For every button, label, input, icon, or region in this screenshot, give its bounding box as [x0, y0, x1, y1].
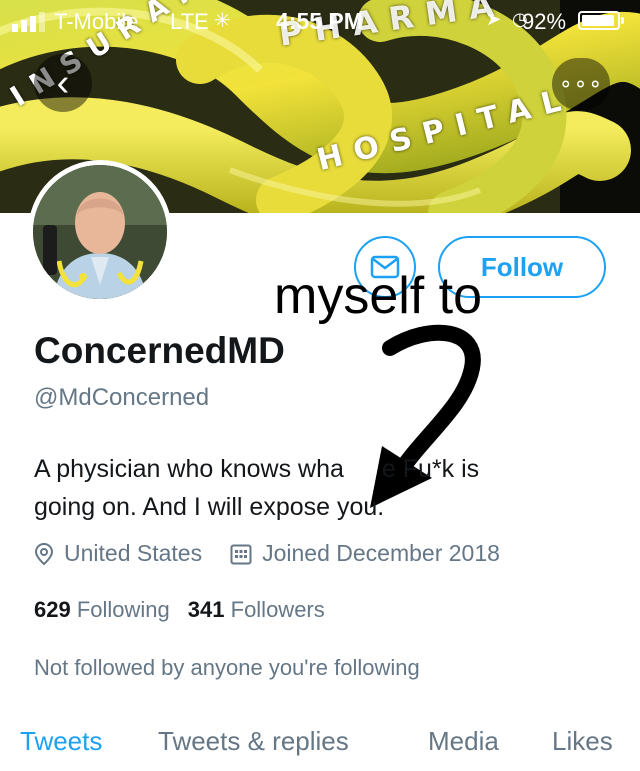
tab-likes[interactable]: Likes	[552, 726, 613, 757]
followers-link[interactable]: 341 Followers	[188, 597, 325, 622]
mutual-followers-note: Not followed by anyone you're following	[34, 655, 420, 680]
activity-spinner-icon: ✳	[214, 10, 231, 32]
display-name: ConcernedMD	[34, 330, 285, 371]
profile-bio: A physician who knows wha e Fu*k is going…	[34, 450, 594, 526]
followers-count: 341	[187, 597, 225, 622]
back-button[interactable]: ‹	[34, 54, 92, 112]
tab-media[interactable]: Media	[428, 726, 499, 757]
follow-counts: 629 Following 341 Followers	[34, 597, 325, 623]
status-time: 4:55 PM	[276, 8, 363, 34]
network-type: LTE	[170, 9, 209, 34]
battery-icon	[578, 11, 624, 30]
tab-tweets[interactable]: Tweets	[20, 726, 102, 757]
joined-date: Joined December 2018	[262, 540, 500, 566]
signal-strength-icon	[12, 12, 45, 32]
location-text: United States	[64, 540, 203, 566]
location-pin-icon	[34, 542, 54, 565]
bio-line-1-tail: e Fu*k is	[381, 455, 480, 483]
chevron-left-icon: ‹	[56, 61, 70, 104]
following-link[interactable]: 629 Following	[34, 597, 170, 622]
tab-tweets-and-replies[interactable]: Tweets & replies	[158, 726, 349, 757]
carrier-name: T-Mobile	[54, 9, 139, 34]
following-count: 629	[34, 597, 71, 622]
profile-avatar[interactable]	[28, 160, 172, 304]
bio-line-1: A physician who knows wha	[34, 455, 344, 483]
user-handle: @MdConcerned	[34, 384, 210, 411]
more-dots-icon: ∘∘∘	[558, 71, 604, 96]
followers-label: Followers	[230, 597, 325, 622]
avatar-image	[33, 165, 167, 299]
location-arrow-icon: ➤	[486, 9, 502, 29]
calendar-icon	[230, 544, 252, 564]
profile-tabs: Tweets Tweets & replies Media Likes	[0, 722, 640, 771]
annotation-text: myself to	[274, 267, 483, 325]
more-options-button[interactable]: ∘∘∘	[552, 58, 610, 110]
bio-line-2: going on. And I will expose you.	[34, 493, 385, 521]
status-bar: T-Mobile LTE ✳ 4:55 PM ➤ ◷ 92%	[0, 0, 640, 42]
following-label: Following	[76, 597, 170, 622]
profile-meta: United States Joined December 2018	[34, 540, 500, 567]
battery-percent: 92%	[522, 9, 567, 34]
